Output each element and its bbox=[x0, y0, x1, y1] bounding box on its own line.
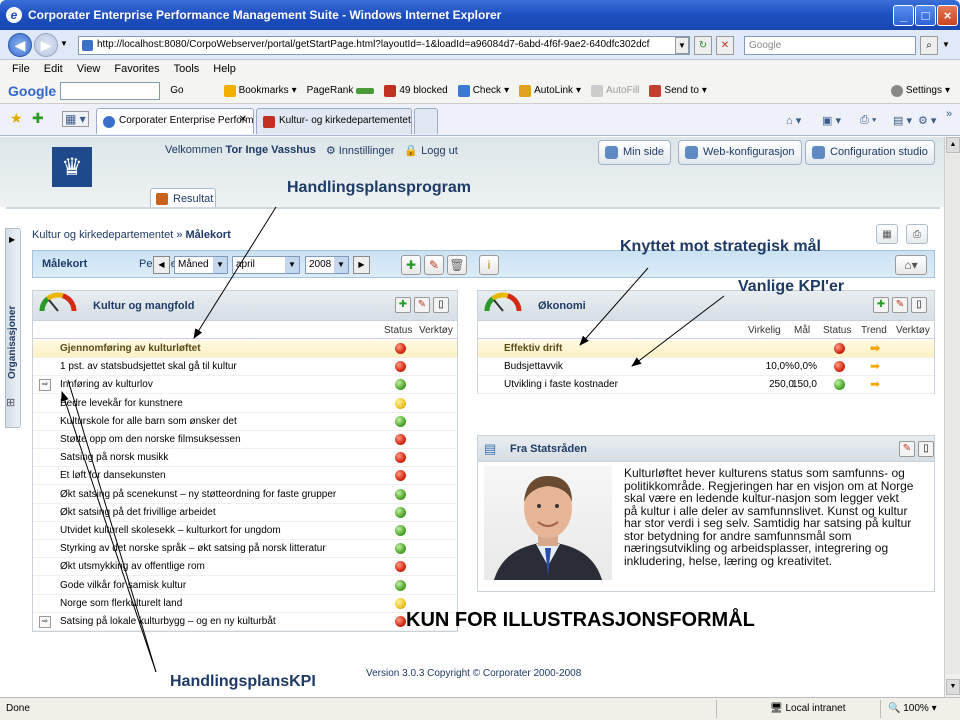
scroll-up-icon[interactable]: ▲ bbox=[946, 137, 960, 153]
status-bar: Done 🖥 Local intranet 🔍 100% ▾ bbox=[0, 697, 960, 720]
vertical-scrollbar[interactable]: ▲ ▼ bbox=[944, 137, 960, 697]
annotation-arrows bbox=[61, 206, 725, 673]
arrow-program bbox=[193, 206, 277, 339]
scroll-thumb[interactable] bbox=[946, 154, 960, 674]
arrow-kpi bbox=[631, 295, 725, 367]
zoom-icon: 🔍 bbox=[888, 703, 901, 714]
status-text: Done bbox=[6, 703, 30, 714]
intranet-icon: 🖥 bbox=[770, 703, 783, 714]
scroll-down-icon[interactable]: ▼ bbox=[946, 679, 960, 695]
arrow-action-kpi-1 bbox=[61, 391, 157, 673]
zone-indicator: 🖥 Local intranet bbox=[770, 703, 846, 714]
zoom-control[interactable]: 🔍 100% ▾ bbox=[888, 703, 937, 714]
toolbar-overflow-icon[interactable]: » bbox=[946, 108, 952, 120]
arrow-action-kpi-2 bbox=[67, 379, 157, 673]
arrow-strategic bbox=[579, 267, 649, 346]
